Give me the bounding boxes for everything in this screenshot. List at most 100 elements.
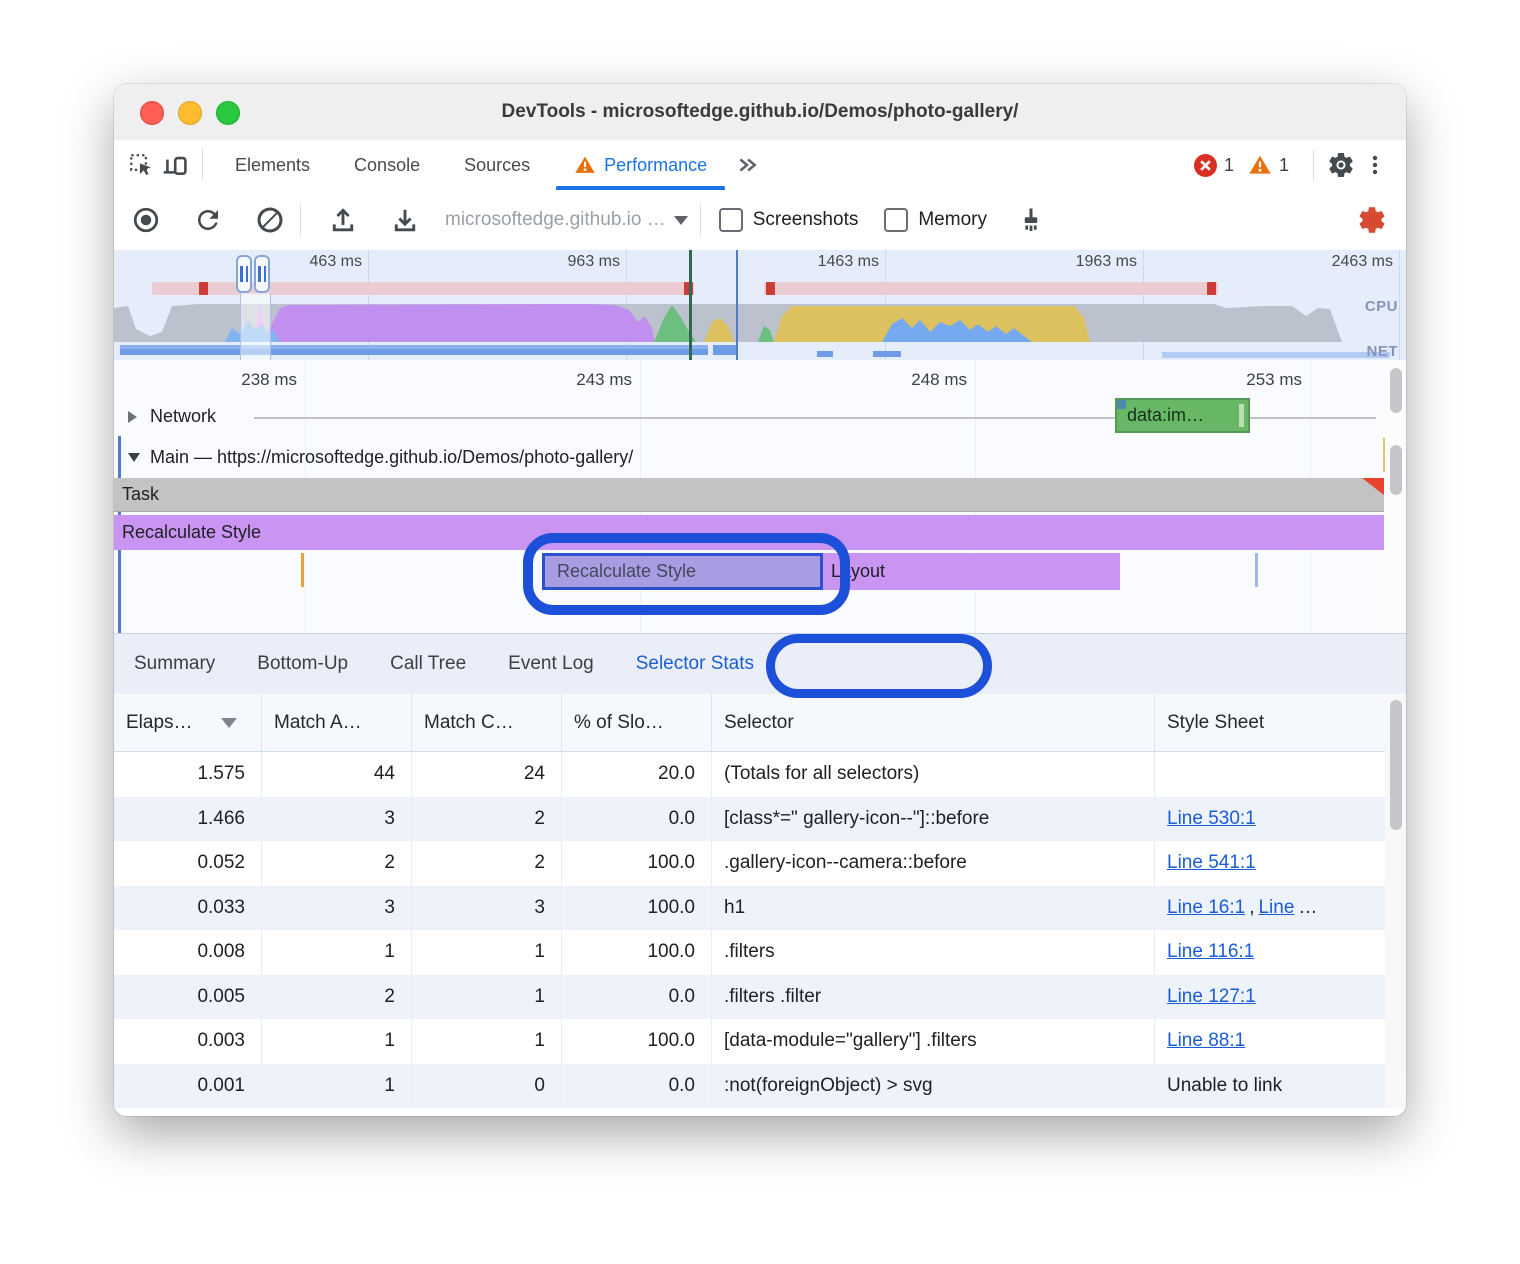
record-and-reload-button[interactable] <box>190 202 226 238</box>
header-match-count[interactable]: Match C… <box>412 694 562 751</box>
long-task-mark <box>766 282 775 295</box>
header-selector[interactable]: Selector <box>712 694 1155 751</box>
table-row[interactable]: 0.05222100.0.gallery-icon--camera::befor… <box>114 841 1406 886</box>
network-track[interactable]: Network data:im… <box>114 400 1406 436</box>
selection-right-handle[interactable] <box>254 255 270 293</box>
memory-checkbox[interactable] <box>884 208 908 232</box>
table-row[interactable]: 1.466320.0[class*=" gallery-icon--"]::be… <box>114 797 1406 842</box>
selector-cell: :not(foreignObject) > svg <box>712 1064 1155 1109</box>
main-track-header[interactable]: Main — https://microsoftedge.github.io/D… <box>114 436 1406 478</box>
tab-selector-stats[interactable]: Selector Stats <box>636 653 754 675</box>
event-tick-orange[interactable] <box>301 553 304 587</box>
capture-settings-button[interactable] <box>1354 202 1390 238</box>
screenshots-checkbox[interactable] <box>719 208 743 232</box>
elapsed-cell: 0.005 <box>114 975 262 1020</box>
net-track-label: NET <box>1367 343 1399 360</box>
load-profile-button[interactable] <box>325 202 361 238</box>
window-title: DevTools - microsoftedge.github.io/Demos… <box>114 84 1406 140</box>
layout-label: Layout <box>831 561 885 582</box>
slow-pct-cell: 0.0 <box>562 1064 712 1109</box>
selection-window[interactable] <box>240 293 271 360</box>
screenshots-toggle[interactable]: Screenshots <box>719 208 885 232</box>
tab-call-tree[interactable]: Call Tree <box>390 653 466 675</box>
memory-label: Memory <box>918 209 987 231</box>
style-sheet-link[interactable]: Line 530:1 <box>1167 808 1256 830</box>
chevron-down-icon <box>674 216 688 225</box>
console-errors-button[interactable] <box>1194 154 1217 177</box>
match-attempts-cell: 3 <box>262 797 412 842</box>
style-sheet-cell: Line 88:1 <box>1155 1019 1385 1064</box>
selected-event-label: Recalculate Style <box>557 561 696 582</box>
table-row[interactable]: 0.005210.0.filters .filterLine 127:1 <box>114 975 1406 1020</box>
ruler-tick-label: 248 ms <box>857 370 967 390</box>
scrollbar-thumb[interactable] <box>1390 368 1402 413</box>
device-emulation-icon <box>162 152 188 178</box>
event-tick-blue[interactable] <box>1255 553 1258 587</box>
header-style-sheet[interactable]: Style Sheet <box>1155 694 1385 751</box>
style-sheet-link[interactable]: Line 88:1 <box>1167 1030 1245 1052</box>
flame-chart[interactable]: 238 ms243 ms248 ms253 ms Network data:im… <box>114 360 1406 633</box>
brush-icon <box>1016 205 1046 235</box>
tab-performance[interactable]: Performance <box>566 140 715 190</box>
more-tabs-button[interactable] <box>735 154 759 176</box>
style-sheet-link[interactable]: Line 127:1 <box>1167 986 1256 1008</box>
style-sheet-link[interactable]: Line 16:1 <box>1167 897 1245 919</box>
header-slow-pct[interactable]: % of Slo… <box>562 694 712 751</box>
recalculate-style-bar[interactable]: Recalculate Style <box>114 515 1384 550</box>
tab-summary[interactable]: Summary <box>134 653 215 675</box>
layout-event-bar[interactable]: Layout <box>823 553 1120 590</box>
timeline-overview[interactable]: 463 ms963 ms1463 ms1963 ms2463 ms <box>114 250 1406 360</box>
tab-bottom-up[interactable]: Bottom-Up <box>257 653 348 675</box>
match-attempts-cell: 1 <box>262 1064 412 1109</box>
slow-pct-cell: 100.0 <box>562 841 712 886</box>
settings-button[interactable] <box>1324 148 1358 182</box>
table-row[interactable]: 1.575442420.0(Totals for all selectors) <box>114 752 1406 797</box>
device-toolbar-button[interactable] <box>158 148 192 182</box>
selector-cell: .filters .filter <box>712 975 1155 1020</box>
network-track-label: Network <box>150 406 216 427</box>
scrollbar-thumb[interactable] <box>1390 700 1402 830</box>
table-row[interactable]: 0.001100.0:not(foreignObject) > svgUnabl… <box>114 1064 1406 1109</box>
tab-sources[interactable]: Sources <box>456 140 538 190</box>
style-sheet-link[interactable]: Line <box>1258 897 1294 919</box>
screenshots-label: Screenshots <box>753 209 859 231</box>
profile-history-select[interactable]: microsoftedge.github.io … <box>445 209 688 231</box>
tab-console[interactable]: Console <box>346 140 428 190</box>
match-attempts-cell: 3 <box>262 886 412 931</box>
table-row[interactable]: 0.00811100.0.filtersLine 116:1 <box>114 930 1406 975</box>
header-elapsed[interactable]: Elaps… <box>114 694 262 751</box>
slow-pct-cell: 100.0 <box>562 930 712 975</box>
task-event-bar[interactable]: Task <box>114 478 1384 512</box>
slow-pct-cell: 0.0 <box>562 797 712 842</box>
tab-elements[interactable]: Elements <box>227 140 318 190</box>
recalculate-style-label: Recalculate Style <box>122 522 261 543</box>
table-row[interactable]: 0.03333100.0h1Line 16:1 , Line… <box>114 886 1406 931</box>
memory-toggle[interactable]: Memory <box>884 208 1013 232</box>
style-sheet-link[interactable]: Line 116:1 <box>1167 941 1254 963</box>
network-request-chip[interactable]: data:im… <box>1115 398 1250 433</box>
match-count-cell: 1 <box>412 1019 562 1064</box>
warning-count: 1 <box>1279 155 1289 176</box>
record-button[interactable] <box>128 202 164 238</box>
selection-left-handle[interactable] <box>236 255 252 293</box>
save-profile-button[interactable] <box>387 202 423 238</box>
selected-recalculate-style-event[interactable]: Recalculate Style <box>542 553 823 590</box>
expand-triangle-icon[interactable] <box>128 453 140 462</box>
more-options-button[interactable] <box>1358 148 1392 182</box>
match-attempts-cell: 2 <box>262 975 412 1020</box>
elapsed-cell: 0.003 <box>114 1019 262 1064</box>
clear-icon <box>255 205 285 235</box>
inspect-element-button[interactable] <box>124 148 158 182</box>
header-match-attempts[interactable]: Match A… <box>262 694 412 751</box>
collapse-triangle-icon[interactable] <box>128 411 137 423</box>
ruler-tick-label: 243 ms <box>522 370 632 390</box>
collect-garbage-button[interactable] <box>1013 202 1049 238</box>
console-warnings-button[interactable] <box>1248 153 1272 177</box>
tab-event-log[interactable]: Event Log <box>508 653 594 675</box>
error-count: 1 <box>1224 155 1234 176</box>
style-sheet-link[interactable]: Line 541:1 <box>1167 852 1256 874</box>
scrollbar-thumb[interactable] <box>1390 445 1402 495</box>
style-sheet-text: Unable to link <box>1167 1075 1282 1097</box>
clear-recording-button[interactable] <box>252 202 288 238</box>
table-row[interactable]: 0.00311100.0[data-module="gallery"] .fil… <box>114 1019 1406 1064</box>
